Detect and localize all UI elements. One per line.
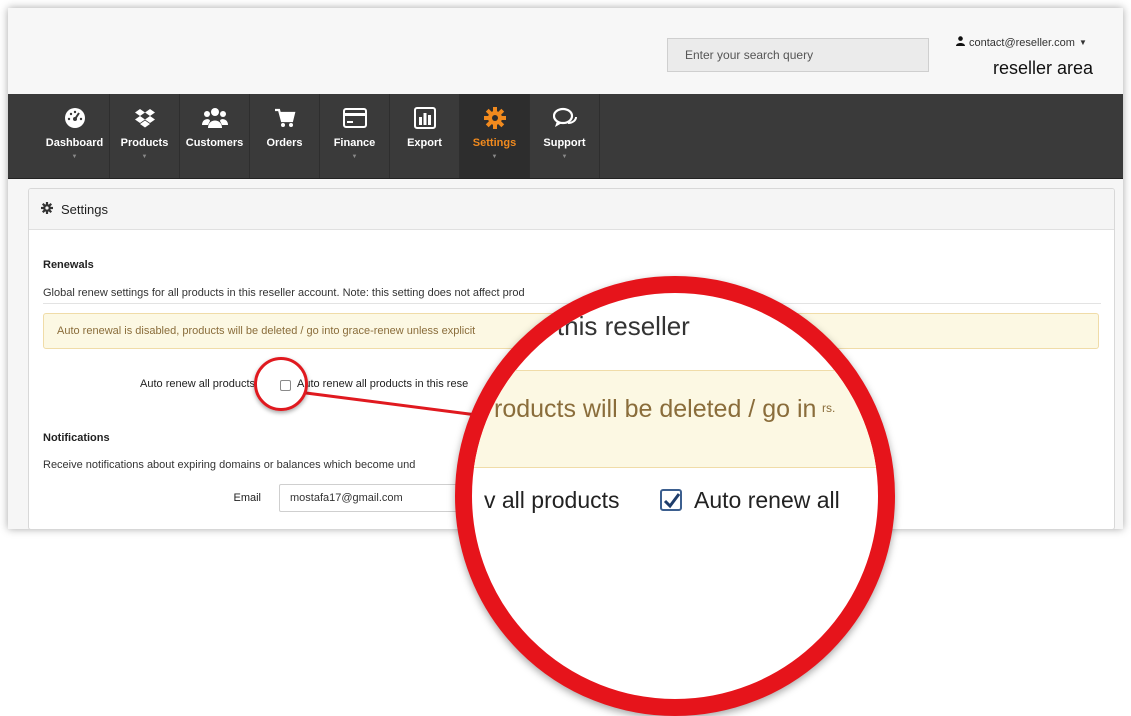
magnified-label: v all products [484,487,620,513]
magnified-alert-text: roducts will be deleted / go in [494,395,817,423]
magnified-checkbox-text: Auto renew all [694,487,840,513]
checkmark-icon [663,493,681,509]
magnified-checkbox [660,489,682,511]
magnified-description-text: ts in this reseller [502,311,690,341]
magnified-alert-tail: rs. [822,401,836,415]
magnifier-circle: ts in this reseller roducts will be dele… [455,276,895,716]
highlight-ring [254,357,308,411]
